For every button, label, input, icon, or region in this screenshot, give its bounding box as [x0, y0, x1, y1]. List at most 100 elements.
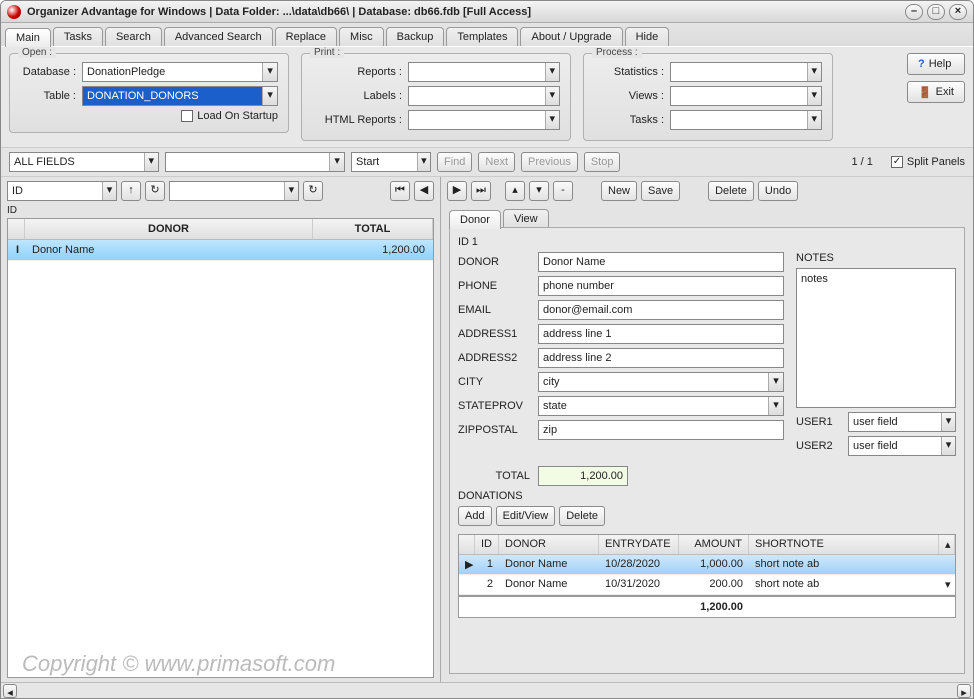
- chevron-down-icon[interactable]: ▾: [262, 63, 277, 81]
- undo-button[interactable]: Undo: [758, 181, 798, 201]
- match-combo[interactable]: ▾: [351, 152, 431, 172]
- table-row[interactable]: 2 Donor Name 10/31/2020 200.00 short not…: [459, 575, 955, 595]
- city-combo[interactable]: ▾: [538, 372, 784, 392]
- email-input[interactable]: [538, 300, 784, 320]
- zip-input[interactable]: [538, 420, 784, 440]
- sub-col-donor[interactable]: DONOR: [499, 535, 599, 554]
- views-combo[interactable]: ▾: [670, 86, 822, 106]
- sub-col-note[interactable]: SHORTNOTE: [749, 535, 939, 554]
- collapse-button[interactable]: -: [553, 181, 573, 201]
- nav-next-button[interactable]: ▶: [447, 181, 467, 201]
- maximize-button[interactable]: □: [927, 4, 945, 20]
- chevron-down-icon[interactable]: ▾: [807, 87, 821, 105]
- split-panels-checkbox[interactable]: ✓Split Panels: [891, 156, 965, 168]
- chevron-down-icon[interactable]: ▾: [417, 153, 430, 171]
- phone-input[interactable]: [538, 276, 784, 296]
- table-input[interactable]: [83, 87, 262, 105]
- sort-field2-combo[interactable]: ▾: [169, 181, 299, 201]
- tab-backup[interactable]: Backup: [386, 27, 445, 46]
- donor-input[interactable]: [538, 252, 784, 272]
- tab-search[interactable]: Search: [105, 27, 162, 46]
- tab-advanced-search[interactable]: Advanced Search: [164, 27, 273, 46]
- next-button[interactable]: Next: [478, 152, 515, 172]
- nav-prev-button[interactable]: ◀: [414, 181, 434, 201]
- close-button[interactable]: ×: [949, 4, 967, 20]
- table-row[interactable]: I Donor Name 1,200.00: [8, 240, 433, 261]
- chevron-down-icon[interactable]: ▾: [262, 87, 277, 105]
- table-combo[interactable]: ▾: [82, 86, 278, 106]
- donor-grid[interactable]: DONOR TOTAL I Donor Name 1,200.00 Copyri…: [7, 218, 434, 678]
- chevron-down-icon[interactable]: ▾: [545, 111, 559, 129]
- col-total[interactable]: TOTAL: [313, 219, 433, 239]
- tab-misc[interactable]: Misc: [339, 27, 384, 46]
- chevron-down-icon[interactable]: ▾: [941, 437, 955, 455]
- tab-templates[interactable]: Templates: [446, 27, 518, 46]
- help-button[interactable]: ?Help: [907, 53, 965, 75]
- table-row[interactable]: ▶ 1 Donor Name 10/28/2020 1,000.00 short…: [459, 555, 955, 575]
- chevron-down-icon[interactable]: ▾: [545, 63, 559, 81]
- addr1-input[interactable]: [538, 324, 784, 344]
- notes-textarea[interactable]: notes: [796, 268, 956, 408]
- col-donor[interactable]: DONOR: [25, 219, 313, 239]
- sort-asc-button[interactable]: ↑: [121, 181, 141, 201]
- tab-view-detail[interactable]: View: [503, 209, 549, 228]
- tab-about[interactable]: About / Upgrade: [520, 27, 622, 46]
- tab-replace[interactable]: Replace: [275, 27, 337, 46]
- add-button[interactable]: Add: [458, 506, 492, 526]
- nav-last-button[interactable]: ⏭: [471, 181, 491, 201]
- reports-combo[interactable]: ▾: [408, 62, 560, 82]
- load-on-startup-checkbox[interactable]: Load On Startup: [181, 110, 278, 122]
- sub-delete-button[interactable]: Delete: [559, 506, 605, 526]
- tab-tasks[interactable]: Tasks: [53, 27, 103, 46]
- chevron-down-icon[interactable]: ▾: [545, 87, 559, 105]
- find-button[interactable]: Find: [437, 152, 472, 172]
- nav-first-button[interactable]: ⏮: [390, 181, 410, 201]
- chevron-down-icon[interactable]: ▾: [768, 397, 783, 415]
- scroll-up-icon[interactable]: ▴: [939, 535, 955, 554]
- sub-col-id[interactable]: ID: [475, 535, 499, 554]
- minimize-button[interactable]: –: [905, 4, 923, 20]
- sub-col-date[interactable]: ENTRYDATE: [599, 535, 679, 554]
- chevron-down-icon[interactable]: ▾: [941, 413, 955, 431]
- tab-donor-detail[interactable]: Donor: [449, 210, 501, 229]
- delete-button[interactable]: Delete: [708, 181, 754, 201]
- move-down-button[interactable]: ▾: [529, 181, 549, 201]
- tasks-combo[interactable]: ▾: [670, 110, 822, 130]
- refresh-button[interactable]: ↻: [145, 181, 165, 201]
- addr2-input[interactable]: [538, 348, 784, 368]
- chevron-down-icon[interactable]: ▾: [807, 63, 821, 81]
- sort-field-combo[interactable]: ▾: [7, 181, 117, 201]
- tab-main[interactable]: Main: [5, 28, 51, 47]
- chevron-down-icon[interactable]: ▾: [329, 153, 344, 171]
- statistics-combo[interactable]: ▾: [670, 62, 822, 82]
- scroll-left-icon[interactable]: ◂: [3, 684, 17, 698]
- sub-col-amount[interactable]: AMOUNT: [679, 535, 749, 554]
- chevron-down-icon[interactable]: ▾: [807, 111, 821, 129]
- move-up-button[interactable]: ▴: [505, 181, 525, 201]
- state-combo[interactable]: ▾: [538, 396, 784, 416]
- exit-button[interactable]: 🚪Exit: [907, 81, 965, 103]
- tab-hide[interactable]: Hide: [625, 27, 670, 46]
- search-value-combo[interactable]: ▾: [165, 152, 345, 172]
- allfields-combo[interactable]: ▾: [9, 152, 159, 172]
- donations-grid[interactable]: ID DONOR ENTRYDATE AMOUNT SHORTNOTE ▴ ▶ …: [458, 534, 956, 618]
- database-input[interactable]: [83, 63, 262, 81]
- chevron-down-icon[interactable]: ▾: [284, 182, 298, 200]
- user1-combo[interactable]: ▾: [848, 412, 956, 432]
- database-combo[interactable]: ▾: [82, 62, 278, 82]
- html-reports-combo[interactable]: ▾: [408, 110, 560, 130]
- new-button[interactable]: New: [601, 181, 637, 201]
- chevron-down-icon[interactable]: ▾: [144, 153, 158, 171]
- horizontal-scrollbar[interactable]: ◂ ▸: [1, 682, 973, 698]
- scroll-right-icon[interactable]: ▸: [957, 684, 971, 698]
- previous-button[interactable]: Previous: [521, 152, 578, 172]
- editview-button[interactable]: Edit/View: [496, 506, 556, 526]
- chevron-down-icon[interactable]: ▾: [768, 373, 783, 391]
- user2-combo[interactable]: ▾: [848, 436, 956, 456]
- chevron-down-icon[interactable]: ▾: [102, 182, 116, 200]
- refresh2-button[interactable]: ↻: [303, 181, 323, 201]
- save-button[interactable]: Save: [641, 181, 680, 201]
- scroll-down-icon[interactable]: ▾: [939, 575, 955, 594]
- stop-button[interactable]: Stop: [584, 152, 621, 172]
- labels-combo[interactable]: ▾: [408, 86, 560, 106]
